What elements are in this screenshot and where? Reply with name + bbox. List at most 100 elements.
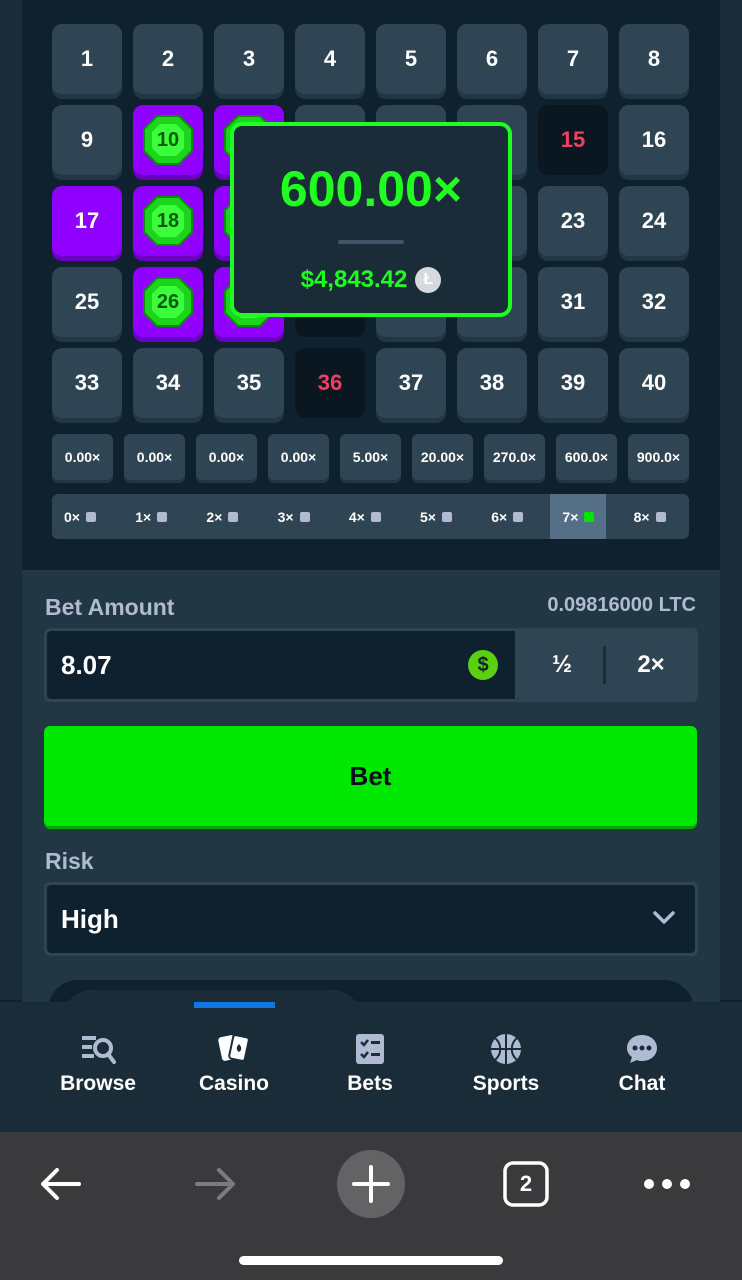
keno-tile[interactable]: 17 xyxy=(52,186,122,256)
more-button[interactable] xyxy=(636,1146,698,1222)
keno-tile-number: 2 xyxy=(161,46,175,71)
keno-tile[interactable]: 16 xyxy=(619,105,689,175)
keno-tile[interactable]: 36 xyxy=(295,348,365,418)
keno-tile-number: 38 xyxy=(479,370,505,395)
double-bet-button[interactable]: 2× xyxy=(616,631,686,699)
payout-multiplier: 20.00× xyxy=(412,434,473,480)
keno-tile-number: 5 xyxy=(404,46,418,71)
back-button[interactable] xyxy=(30,1146,90,1222)
keno-tile-number: 31 xyxy=(560,289,586,314)
keno-tile[interactable]: 6 xyxy=(457,24,527,94)
hits-count-label: 4× xyxy=(348,508,365,525)
arrow-left-icon xyxy=(41,1168,81,1200)
keno-tile[interactable]: 24 xyxy=(619,186,689,256)
keno-tile[interactable]: 3 xyxy=(214,24,284,94)
keno-tile[interactable]: 34 xyxy=(133,348,203,418)
payout-multiplier: 270.0× xyxy=(484,434,545,480)
nav-casino[interactable]: Casino xyxy=(174,1032,294,1096)
keno-tile-number: 10 xyxy=(156,128,180,151)
gem-indicator-icon xyxy=(370,511,381,522)
keno-tile[interactable]: 35 xyxy=(214,348,284,418)
keno-tile-number: 37 xyxy=(398,370,424,395)
nav-active-indicator xyxy=(194,1002,275,1008)
keno-tile[interactable]: 37 xyxy=(376,348,446,418)
keno-tile[interactable]: 15 xyxy=(538,105,608,175)
keno-tile-number: 9 xyxy=(80,127,94,152)
keno-tile[interactable]: 31 xyxy=(538,267,608,337)
nav-bets[interactable]: Bets xyxy=(310,1032,430,1096)
win-amount: $4,843.42 xyxy=(300,266,408,293)
gem-indicator-icon xyxy=(441,511,452,522)
keno-tile[interactable]: 2 xyxy=(133,24,203,94)
keno-tile[interactable]: 33 xyxy=(52,348,122,418)
keno-tile-number: 17 xyxy=(74,208,100,233)
popup-divider xyxy=(338,240,404,244)
half-bet-button[interactable]: ½ xyxy=(532,631,592,699)
balance-amount: 0.09816000 LTC xyxy=(547,594,696,616)
keno-tile[interactable]: 7 xyxy=(538,24,608,94)
keno-tile[interactable]: 8 xyxy=(619,24,689,94)
keno-tile-number: 4 xyxy=(323,46,337,71)
keno-tile[interactable]: 18 xyxy=(133,186,203,256)
more-dots-icon xyxy=(644,1179,690,1189)
tab-count: 2 xyxy=(519,1171,533,1196)
bet-button[interactable]: Bet xyxy=(44,726,697,826)
gem-indicator-icon xyxy=(655,511,666,522)
keno-tile[interactable]: 39 xyxy=(538,348,608,418)
nav-browse[interactable]: Browse xyxy=(38,1032,158,1096)
tabs-button[interactable]: 2 xyxy=(496,1146,556,1222)
casino-cards-icon xyxy=(218,1034,250,1062)
hits-count-cell: 7× xyxy=(550,494,607,539)
keno-tile[interactable]: 25 xyxy=(52,267,122,337)
keno-tile[interactable]: 1 xyxy=(52,24,122,94)
risk-value: High xyxy=(47,885,695,953)
payout-multiplier: 600.0× xyxy=(556,434,617,480)
hits-count-cell: 3× xyxy=(266,494,322,539)
hits-row: 0× 1× 2× 3× 4× 5× 6× 7× 8× xyxy=(52,494,689,539)
risk-label: Risk xyxy=(45,848,94,874)
bet-amount-field: 8.07 $ ½ 2× xyxy=(44,628,698,702)
hits-count-label: 6× xyxy=(491,508,508,525)
keno-tile[interactable]: 38 xyxy=(457,348,527,418)
payout-multiplier: 5.00× xyxy=(340,434,401,480)
nav-casino-label: Casino xyxy=(198,1072,269,1095)
risk-select[interactable]: High xyxy=(44,882,698,956)
browse-icon xyxy=(82,1036,116,1064)
gem-icon: 26 xyxy=(142,276,194,328)
keno-tile[interactable]: 23 xyxy=(538,186,608,256)
nav-sports[interactable]: Sports xyxy=(446,1032,566,1096)
gem-indicator-icon xyxy=(584,511,595,522)
keno-tile-number: 18 xyxy=(156,209,180,232)
hits-count-label: 8× xyxy=(633,508,650,525)
keno-tile-number: 35 xyxy=(236,370,262,395)
keno-tile[interactable]: 32 xyxy=(619,267,689,337)
keno-tile-number: 25 xyxy=(74,289,100,314)
frame-right xyxy=(720,0,742,1000)
keno-tile[interactable]: 10 xyxy=(133,105,203,175)
nav-chat[interactable]: Chat xyxy=(582,1032,702,1096)
keno-tile[interactable]: 40 xyxy=(619,348,689,418)
hits-count-cell: 1× xyxy=(123,494,179,539)
keno-tile-number: 40 xyxy=(641,370,667,395)
keno-tile[interactable]: 26 xyxy=(133,267,203,337)
win-amount-row: $4,843.42 Ł xyxy=(234,266,508,294)
forward-button[interactable] xyxy=(186,1146,246,1222)
frame-left xyxy=(0,0,22,1000)
nav-browse-label: Browse xyxy=(60,1072,136,1095)
button-divider xyxy=(603,646,606,684)
hits-count-label: 5× xyxy=(420,508,436,525)
keno-tile-number: 39 xyxy=(560,370,586,395)
bet-controls: Bet Amount 0.09816000 LTC 8.07 $ ½ 2× Be… xyxy=(22,570,720,1020)
hits-count-cell: 2× xyxy=(194,494,250,539)
bet-amount-input[interactable]: 8.07 xyxy=(47,631,515,699)
new-tab-button[interactable] xyxy=(336,1146,406,1222)
hits-count-cell: 5× xyxy=(408,494,464,539)
keno-tile[interactable]: 5 xyxy=(376,24,446,94)
payout-multiplier: 0.00× xyxy=(268,434,329,480)
keno-tile-number: 15 xyxy=(560,127,586,152)
keno-tile-number: 1 xyxy=(80,46,94,71)
keno-tile[interactable]: 4 xyxy=(295,24,365,94)
nav-sports-label: Sports xyxy=(472,1072,540,1095)
keno-tile[interactable]: 9 xyxy=(52,105,122,175)
win-popup: 600.00× $4,843.42 Ł xyxy=(230,122,512,317)
